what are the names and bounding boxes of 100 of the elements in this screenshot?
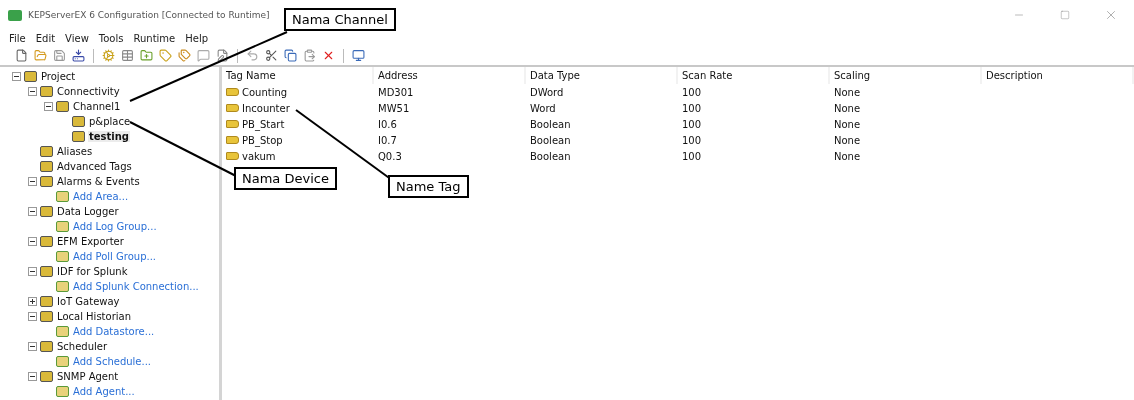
add-link[interactable]: Add Poll Group... <box>72 251 158 262</box>
add-link[interactable]: Add Splunk Connection... <box>72 281 200 292</box>
monitor-icon[interactable] <box>351 48 366 63</box>
add-link[interactable]: Add Log Group... <box>72 221 158 232</box>
node-icon <box>40 311 53 322</box>
tag-icon[interactable] <box>177 48 192 63</box>
column-header[interactable]: Description <box>982 67 1134 84</box>
tag-icon <box>226 104 239 112</box>
window-title: KEPServerEX 6 Configuration [Connected to Runtime] <box>28 10 270 20</box>
column-header[interactable]: Tag Name <box>222 67 374 84</box>
menu-item[interactable]: Runtime <box>128 32 181 44</box>
menu-item[interactable]: File <box>4 32 31 44</box>
callout-label: Nama Device <box>234 167 337 190</box>
column-header[interactable]: Scaling <box>830 67 982 84</box>
menu-item[interactable]: Help <box>180 32 214 44</box>
table-cell: PB_Stop <box>242 134 283 146</box>
callout-label: Nama Channel <box>284 8 396 31</box>
node-icon <box>40 296 53 307</box>
node-icon <box>72 131 85 142</box>
node-icon <box>72 116 85 127</box>
close-icon <box>1104 8 1118 22</box>
table-cell: I0.7 <box>378 134 397 146</box>
table-cell: MW51 <box>378 102 410 114</box>
table-cell: None <box>834 86 861 98</box>
table-cell: MD301 <box>378 86 414 98</box>
tree-item[interactable]: p&place <box>88 116 132 127</box>
tree-item[interactable]: IDF for Splunk <box>56 266 129 277</box>
table-cell: Counting <box>242 86 288 98</box>
node-icon <box>40 146 53 157</box>
add-link[interactable]: Add Schedule... <box>72 356 153 367</box>
node-icon <box>40 266 53 277</box>
menu-item[interactable]: View <box>60 32 94 44</box>
tree-item[interactable]: Local Historian <box>56 311 132 322</box>
app-logo <box>8 9 22 21</box>
table-cell: Boolean <box>530 150 571 162</box>
collapse-icon[interactable] <box>44 102 53 111</box>
node-icon <box>40 86 53 97</box>
node-icon <box>40 176 53 187</box>
undo-icon[interactable] <box>245 48 260 63</box>
copy-icon[interactable] <box>283 48 298 63</box>
tag-icon <box>226 136 239 144</box>
table-cell: PB_Start <box>242 118 285 130</box>
table-cell: I0.6 <box>378 118 397 130</box>
collapse-icon[interactable] <box>28 237 37 246</box>
table-cell: vakum <box>242 150 276 162</box>
add-link[interactable]: Add Datastore... <box>72 326 156 337</box>
table-cell: None <box>834 118 861 130</box>
expand-icon[interactable] <box>28 297 37 306</box>
table-cell: None <box>834 150 861 162</box>
tree-item[interactable]: Advanced Tags <box>56 161 133 172</box>
folder-icon[interactable] <box>139 48 154 63</box>
tree-item[interactable]: Aliases <box>56 146 94 157</box>
add-link[interactable]: Add Area... <box>72 191 130 202</box>
menu-item[interactable]: Tools <box>93 32 129 44</box>
add-link[interactable]: Add Agent... <box>72 386 136 397</box>
table-cell: 100 <box>682 118 702 130</box>
collapse-icon[interactable] <box>28 267 37 276</box>
table-cell: Word <box>530 102 556 114</box>
collapse-icon[interactable] <box>28 372 37 381</box>
tree-item[interactable]: IoT Gateway <box>56 296 121 307</box>
tag-icon <box>226 152 239 160</box>
table-cell: None <box>834 134 861 146</box>
table-cell: Q0.3 <box>378 150 402 162</box>
callout-label: Name Tag <box>388 175 469 198</box>
table-cell: 100 <box>682 150 702 162</box>
collapse-icon[interactable] <box>28 207 37 216</box>
column-header[interactable]: Address <box>374 67 526 84</box>
collapse-icon[interactable] <box>28 312 37 321</box>
node-icon <box>40 236 53 247</box>
restore-icon <box>1060 10 1070 20</box>
collapse-icon[interactable] <box>12 72 21 81</box>
tree-item[interactable]: SNMP Agent <box>56 371 120 382</box>
node-icon <box>56 101 69 112</box>
node-icon <box>24 71 37 82</box>
table-cell: Boolean <box>530 134 571 146</box>
tag-icon <box>226 120 239 128</box>
tree-item[interactable]: Connectivity <box>56 86 121 97</box>
collapse-icon[interactable] <box>28 342 37 351</box>
tree-item[interactable]: Data Logger <box>56 206 120 217</box>
table-cell: DWord <box>530 86 564 98</box>
tree-item[interactable]: EFM Exporter <box>56 236 125 247</box>
tree-item[interactable]: testing <box>88 131 130 142</box>
column-header[interactable]: Scan Rate <box>678 67 830 84</box>
paste-icon[interactable] <box>302 48 317 63</box>
table-cell: 100 <box>682 86 702 98</box>
tree-item[interactable]: Scheduler <box>56 341 109 352</box>
file-icon[interactable] <box>215 48 230 63</box>
menu-item[interactable]: Edit <box>30 32 61 44</box>
node-icon <box>40 341 53 352</box>
tree-item[interactable]: Channel1 <box>72 101 122 112</box>
collapse-icon[interactable] <box>28 87 37 96</box>
table-cell: None <box>834 102 861 114</box>
collapse-icon[interactable] <box>28 177 37 186</box>
node-icon <box>40 206 53 217</box>
scissors-icon[interactable] <box>264 48 279 63</box>
tree-item[interactable]: Project <box>40 71 77 82</box>
tree-item[interactable]: Alarms & Events <box>56 176 141 187</box>
table-cell: Boolean <box>530 118 571 130</box>
column-header[interactable]: Data Type <box>526 67 678 84</box>
table-icon[interactable] <box>120 48 135 63</box>
